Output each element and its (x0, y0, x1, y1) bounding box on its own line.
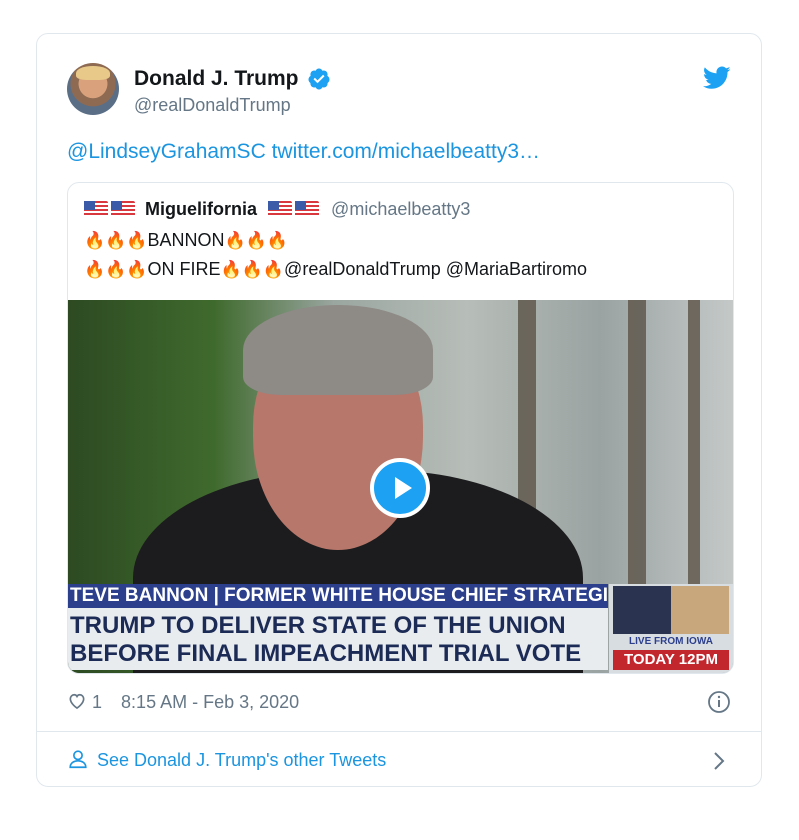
tweet-text[interactable]: @LindseyGrahamSC twitter.com/michaelbeat… (67, 140, 540, 164)
fire-icon: 🔥 (84, 231, 106, 250)
quoted-handle: @michaelbeatty3 (331, 199, 471, 219)
chyron-headline-line-2: BEFORE FINAL IMPEACHMENT TRIAL VOTE (70, 640, 582, 667)
fire-icon: 🔥 (262, 260, 285, 279)
divider (37, 731, 761, 732)
fire-icon: 🔥 (241, 260, 263, 279)
fire-icon: 🔥 (220, 260, 242, 279)
live-from-label: LIVE FROM IOWA (629, 636, 713, 647)
author-handle[interactable]: @realDonaldTrump (134, 95, 331, 116)
see-other-tweets-label[interactable]: See Donald J. Trump's other Tweets (97, 750, 386, 770)
quoted-display-name: Miguelifornia (145, 199, 258, 219)
fire-icon: 🔥 (126, 231, 148, 250)
us-flag-icon (111, 201, 135, 217)
quoted-mentions: @realDonaldTrump @MariaBartiromo (284, 259, 588, 279)
us-flag-icon (268, 201, 293, 217)
fire-icon: 🔥 (105, 260, 127, 279)
tweet-meta: 1 8:15 AM - Feb 3, 2020 (67, 691, 299, 713)
us-flag-icon (295, 201, 320, 217)
heart-icon[interactable] (67, 691, 87, 711)
see-other-tweets-link[interactable]: See Donald J. Trump's other Tweets (67, 748, 386, 771)
quoted-line-2: 🔥🔥🔥ON FIRE🔥🔥🔥@realDonaldTrump @MariaBart… (84, 259, 587, 280)
quoted-line-2-text: ON FIRE (147, 259, 221, 279)
air-time-label: TODAY 12PM (613, 650, 729, 670)
fire-icon: 🔥 (84, 260, 106, 279)
chevron-right-icon[interactable] (711, 750, 727, 772)
video-thumbnail[interactable]: TEVE BANNON | FORMER WHITE HOUSE CHIEF S… (68, 300, 733, 673)
quoted-line-1-text: BANNON (147, 230, 225, 250)
like-count[interactable]: 1 (92, 692, 102, 712)
tweet-timestamp[interactable]: 8:15 AM - Feb 3, 2020 (121, 692, 299, 712)
tweet-card: Donald J. Trump @realDonaldTrump @Lindse… (36, 33, 762, 787)
quoted-line-1: 🔥🔥🔥BANNON🔥🔥🔥 (84, 230, 288, 251)
avatar[interactable] (67, 63, 119, 115)
fire-icon: 🔥 (105, 231, 127, 250)
fire-icon: 🔥 (245, 231, 267, 250)
person-icon (69, 750, 87, 769)
chyron-headline-line-1: TRUMP TO DELIVER STATE OF THE UNION (70, 612, 566, 639)
quoted-header: Miguelifornia @michaelbeatty3 (84, 199, 470, 220)
author-display-name[interactable]: Donald J. Trump (134, 67, 299, 91)
author-block[interactable]: Donald J. Trump @realDonaldTrump (134, 67, 331, 116)
fire-icon: 🔥 (126, 260, 148, 279)
chyron-nameplate: TEVE BANNON | FORMER WHITE HOUSE CHIEF S… (68, 584, 608, 608)
play-icon[interactable] (370, 458, 430, 518)
quoted-tweet[interactable]: Miguelifornia @michaelbeatty3 🔥🔥🔥BANNON🔥… (67, 182, 734, 674)
anchors-image (613, 586, 729, 634)
chyron-headline: TRUMP TO DELIVER STATE OF THE UNION BEFO… (68, 608, 608, 670)
chyron: TEVE BANNON | FORMER WHITE HOUSE CHIEF S… (68, 584, 608, 670)
verified-badge-icon (308, 68, 330, 90)
twitter-bird-icon[interactable] (703, 66, 731, 90)
fire-icon: 🔥 (266, 231, 289, 250)
us-flag-icon (84, 201, 108, 217)
fire-icon: 🔥 (224, 231, 246, 250)
info-icon[interactable] (707, 690, 731, 714)
chyron-side-panel: LIVE FROM IOWA TODAY 12PM (609, 584, 733, 673)
